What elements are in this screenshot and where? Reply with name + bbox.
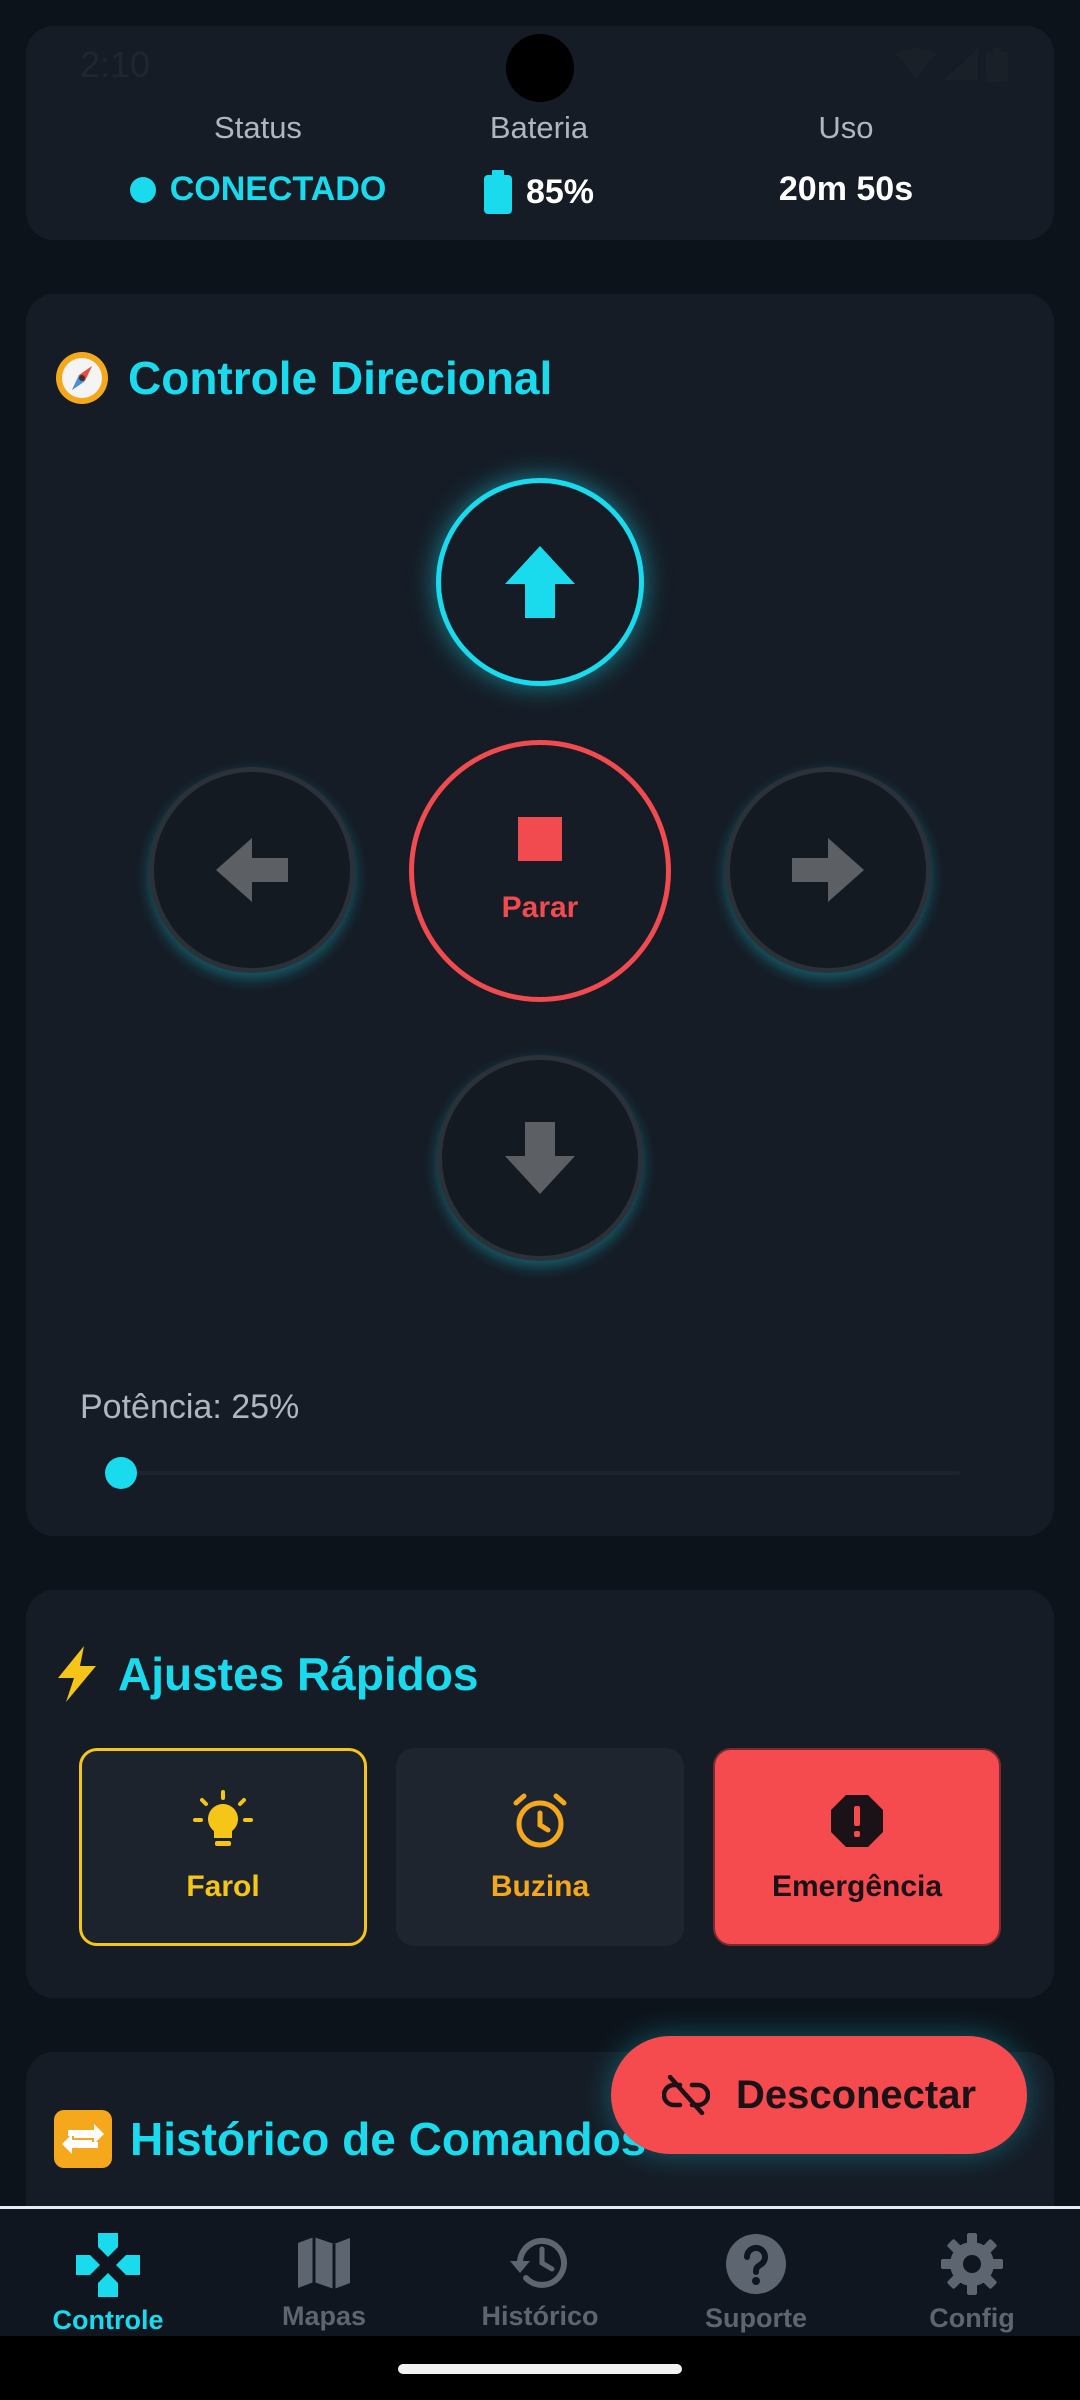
alarm-clock-icon (513, 1793, 567, 1848)
bottom-navigation: Controle Mapas Histórico Suporte Config (0, 2206, 1080, 2339)
history-icon (510, 2237, 567, 2288)
map-icon (298, 2237, 350, 2290)
direction-title-text: Controle Direcional (128, 352, 553, 404)
nav-item-suporte[interactable]: Suporte (648, 2209, 864, 2339)
help-circle-icon (726, 2234, 786, 2294)
disconnect-button[interactable]: Desconectar (611, 2036, 1027, 2154)
repeat-icon (54, 2110, 112, 2168)
move-left-button[interactable] (149, 767, 355, 973)
history-title-text: Histórico de Comandos (130, 2113, 647, 2165)
battery-value: 85% (525, 172, 595, 211)
direction-section-title: Controle Direcional (54, 350, 552, 406)
nav-item-historico[interactable]: Histórico (432, 2209, 648, 2339)
usage-value: 20m 50s (778, 170, 914, 208)
lightbulb-icon (193, 1790, 253, 1846)
history-section-title: Histórico de Comandos (54, 2110, 646, 2168)
status-value: CONECTADO (169, 170, 387, 208)
gear-icon (941, 2233, 1003, 2295)
stop-label: Parar (501, 891, 579, 924)
gesture-handle[interactable] (398, 2364, 682, 2374)
horn-button[interactable]: Buzina (396, 1748, 684, 1946)
arrow-right-icon (792, 838, 864, 902)
quick-section-title: Ajustes Rápidos (54, 1646, 478, 1702)
emergency-label: Emergência (771, 1870, 943, 1903)
headlight-label: Farol (186, 1870, 260, 1903)
nav-label-suporte: Suporte (704, 2303, 807, 2333)
lightning-icon (58, 1646, 96, 1702)
arrow-left-icon (216, 838, 288, 902)
headlight-button[interactable]: Farol (79, 1748, 367, 1946)
power-slider-track[interactable] (120, 1471, 960, 1475)
compass-icon (56, 352, 108, 404)
nav-item-controle[interactable]: Controle (0, 2209, 216, 2339)
move-right-button[interactable] (725, 767, 931, 973)
wifi-icon (896, 48, 936, 78)
nav-label-mapas: Mapas (281, 2301, 367, 2331)
clock: 2:10 (80, 44, 151, 85)
nav-item-mapas[interactable]: Mapas (216, 2209, 432, 2339)
move-backward-button[interactable] (437, 1055, 643, 1261)
link-off-icon (661, 2075, 710, 2115)
nav-item-config[interactable]: Config (864, 2209, 1080, 2339)
nav-label-controle: Controle (52, 2305, 164, 2335)
gamepad-icon (76, 2233, 140, 2297)
nav-label-config: Config (929, 2303, 1015, 2333)
system-icons (896, 48, 1008, 82)
move-forward-button[interactable] (436, 478, 644, 686)
system-status-bar: 2:10 (0, 0, 1080, 130)
disconnect-label: Desconectar (735, 2072, 977, 2117)
horn-label: Buzina (490, 1870, 590, 1903)
emergency-button[interactable]: Emergência (713, 1748, 1001, 1946)
camera-cutout (506, 34, 574, 102)
stop-square-icon (518, 817, 562, 861)
arrow-up-icon (505, 546, 575, 618)
signal-icon (944, 48, 978, 80)
battery-status-icon (986, 48, 1008, 82)
power-label: Potência: 25% (80, 1388, 300, 1426)
power-slider-thumb[interactable] (105, 1457, 137, 1489)
connection-dot-icon (129, 176, 156, 203)
alert-octagon-icon (831, 1795, 883, 1847)
arrow-down-icon (505, 1122, 575, 1194)
battery-icon (483, 170, 512, 214)
stop-button[interactable]: Parar (409, 740, 671, 1002)
quick-title-text: Ajustes Rápidos (118, 1648, 479, 1700)
nav-label-historico: Histórico (481, 2301, 599, 2331)
